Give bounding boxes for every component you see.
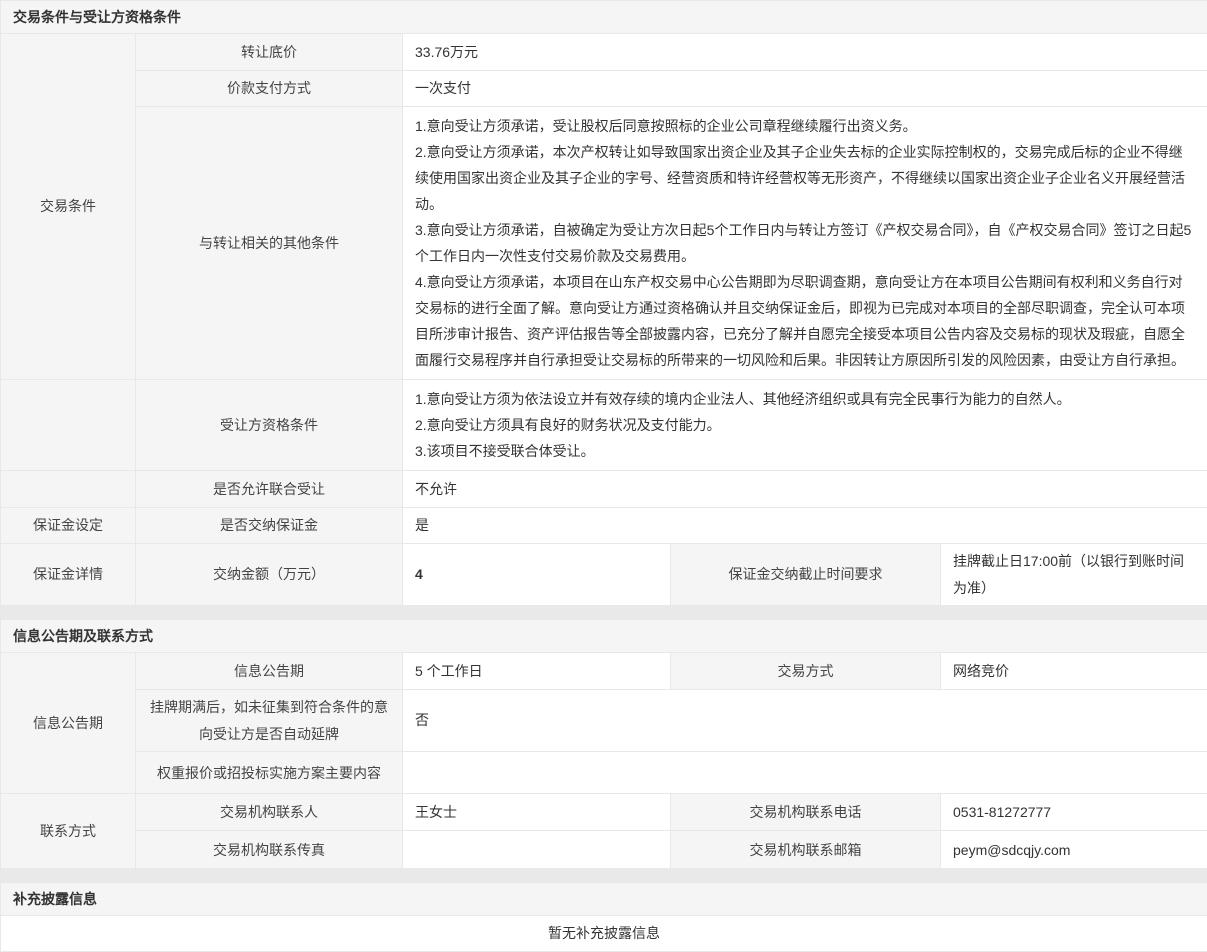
table-row-deposit-detail: 保证金详情 交纳金额（万元） 4 保证金交纳截止时间要求 挂牌截止日17:00前… <box>1 544 1207 606</box>
label-contact-fax: 交易机构联系传真 <box>136 831 403 869</box>
table-row-contact-fax: 交易机构联系传真 交易机构联系邮箱 peym@sdcqjy.com <box>1 831 1207 869</box>
value-deposit-required: 是 <box>403 508 1207 544</box>
table-row-supplement-empty: 暂无补充披露信息 <box>1 916 1207 952</box>
label-contact-phone: 交易机构联系电话 <box>671 794 941 831</box>
value-deposit-amount: 4 <box>403 544 671 606</box>
value-supplement-empty: 暂无补充披露信息 <box>1 916 1207 952</box>
table-row-deposit-setting: 保证金设定 是否交纳保证金 是 <box>1 508 1207 544</box>
value-other-conditions: 1.意向受让方须承诺，受让股权后同意按照标的企业公司章程继续履行出资义务。 2.… <box>403 107 1207 380</box>
announcement-contact-table: 信息公告期及联系方式 信息公告期 信息公告期 5 个工作日 交易方式 网络竞价 … <box>0 619 1207 869</box>
section-header-row: 补充披露信息 <box>1 883 1207 916</box>
value-announcement-period: 5 个工作日 <box>403 653 671 690</box>
table-row-contact-person: 联系方式 交易机构联系人 王女士 交易机构联系电话 0531-81272777 <box>1 794 1207 831</box>
group-label-empty <box>1 380 136 471</box>
label-contact-person: 交易机构联系人 <box>136 794 403 831</box>
section-header-row: 信息公告期及联系方式 <box>1 620 1207 653</box>
label-qualification: 受让方资格条件 <box>136 380 403 471</box>
value-deposit-deadline: 挂牌截止日17:00前（以银行到账时间为准） <box>941 544 1207 606</box>
table-row-qualification: 受让方资格条件 1.意向受让方须为依法设立并有效存续的境内企业法人、其他经济组织… <box>1 380 1207 471</box>
group-label-deposit-detail: 保证金详情 <box>1 544 136 606</box>
value-qualification: 1.意向受让方须为依法设立并有效存续的境内企业法人、其他经济组织或具有完全民事行… <box>403 380 1207 471</box>
group-label-deposit-setting: 保证金设定 <box>1 508 136 544</box>
value-payment-method: 一次支付 <box>403 71 1207 107</box>
label-deposit-amount: 交纳金额（万元） <box>136 544 403 606</box>
supplement-disclosure-table: 补充披露信息 暂无补充披露信息 <box>0 882 1207 952</box>
value-joint-transfer: 不允许 <box>403 471 1207 508</box>
value-contact-phone: 0531-81272777 <box>941 794 1207 831</box>
section-title-supplement: 补充披露信息 <box>1 883 1207 916</box>
value-contact-email: peym@sdcqjy.com <box>941 831 1207 869</box>
group-label-announcement: 信息公告期 <box>1 653 136 794</box>
label-bid-plan: 权重报价或招投标实施方案主要内容 <box>136 752 403 794</box>
trade-conditions-table: 交易条件与受让方资格条件 交易条件 转让底价 33.76万元 价款支付方式 一次… <box>0 0 1207 606</box>
table-row-bid-plan: 权重报价或招投标实施方案主要内容 <box>1 752 1207 794</box>
label-trade-method: 交易方式 <box>671 653 941 690</box>
value-auto-extend: 否 <box>403 690 1207 752</box>
table-row-announcement-period: 信息公告期 信息公告期 5 个工作日 交易方式 网络竞价 <box>1 653 1207 690</box>
group-label-empty <box>1 471 136 508</box>
label-announcement-period: 信息公告期 <box>136 653 403 690</box>
table-row-floor-price: 交易条件 转让底价 33.76万元 <box>1 34 1207 71</box>
table-row-payment-method: 价款支付方式 一次支付 <box>1 71 1207 107</box>
label-deposit-deadline: 保证金交纳截止时间要求 <box>671 544 941 606</box>
group-label-trade-conditions: 交易条件 <box>1 34 136 380</box>
table-row-joint-transfer: 是否允许联合受让 不允许 <box>1 471 1207 508</box>
table-row-other-conditions: 与转让相关的其他条件 1.意向受让方须承诺，受让股权后同意按照标的企业公司章程继… <box>1 107 1207 380</box>
label-joint-transfer: 是否允许联合受让 <box>136 471 403 508</box>
label-contact-email: 交易机构联系邮箱 <box>671 831 941 869</box>
section-header-row: 交易条件与受让方资格条件 <box>1 1 1207 34</box>
value-trade-method: 网络竞价 <box>941 653 1207 690</box>
label-auto-extend: 挂牌期满后，如未征集到符合条件的意向受让方是否自动延牌 <box>136 690 403 752</box>
value-contact-fax <box>403 831 671 869</box>
label-payment-method: 价款支付方式 <box>136 71 403 107</box>
section-title-trade: 交易条件与受让方资格条件 <box>1 1 1207 34</box>
label-floor-price: 转让底价 <box>136 34 403 71</box>
label-deposit-required: 是否交纳保证金 <box>136 508 403 544</box>
group-label-contact: 联系方式 <box>1 794 136 869</box>
value-floor-price: 33.76万元 <box>403 34 1207 71</box>
section-title-announcement: 信息公告期及联系方式 <box>1 620 1207 653</box>
table-row-auto-extend: 挂牌期满后，如未征集到符合条件的意向受让方是否自动延牌 否 <box>1 690 1207 752</box>
value-contact-person: 王女士 <box>403 794 671 831</box>
label-other-conditions: 与转让相关的其他条件 <box>136 107 403 380</box>
value-bid-plan <box>403 752 1207 794</box>
